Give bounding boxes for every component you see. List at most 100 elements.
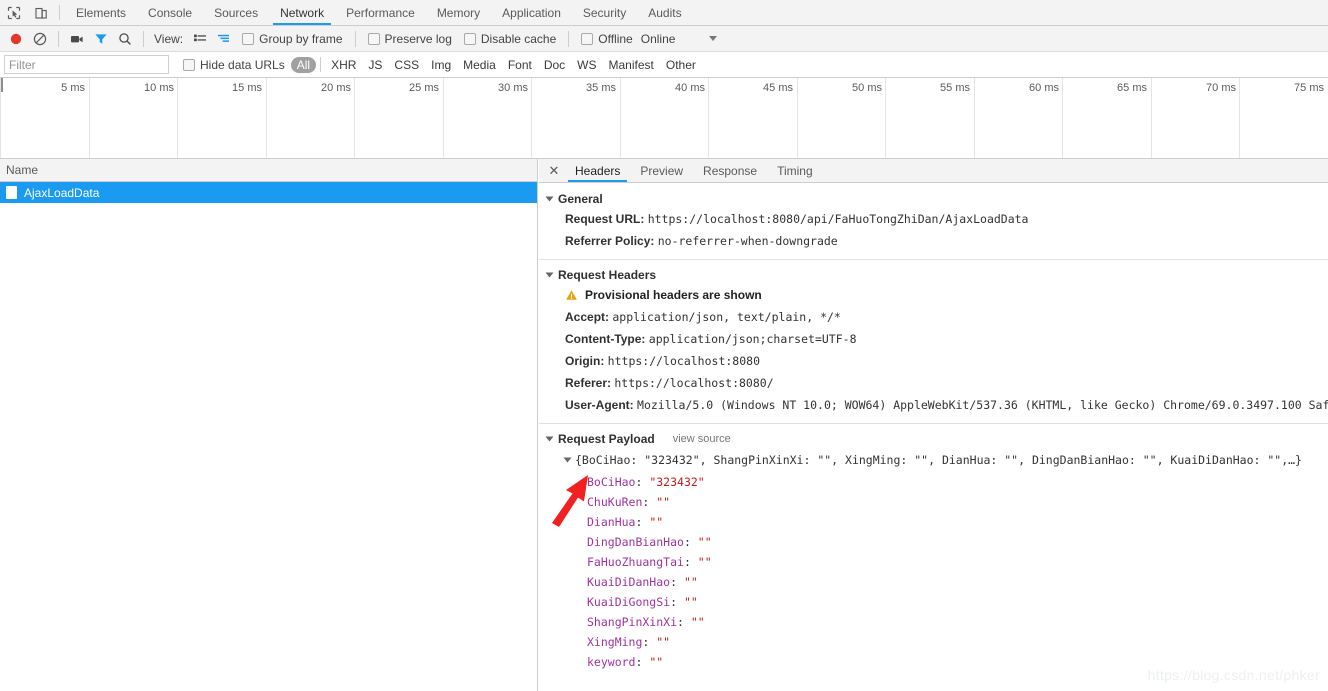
header-value: no-referrer-when-downgrade <box>657 234 838 248</box>
tab-sources[interactable]: Sources <box>203 0 269 25</box>
json-property-row[interactable]: ShangPinXinXi: "" <box>539 612 1328 632</box>
tab-elements[interactable]: Elements <box>65 0 137 25</box>
disable-cache-checkbox[interactable]: Disable cache <box>463 32 556 46</box>
list-view-icon[interactable] <box>188 28 212 50</box>
chevron-expanded-icon <box>563 457 572 463</box>
view-source-link[interactable]: view source <box>673 433 731 445</box>
search-icon[interactable] <box>113 28 137 50</box>
device-toolbar-icon[interactable] <box>27 0 54 25</box>
json-property-value: "" <box>656 635 671 649</box>
request-name-label: AjaxLoadData <box>24 185 100 200</box>
preserve-log-label: Preserve log <box>384 31 452 46</box>
filter-type-xhr[interactable]: XHR <box>325 57 362 73</box>
preserve-log-checkbox[interactable]: Preserve log <box>367 31 452 46</box>
json-property-row[interactable]: keyword: "" <box>539 652 1328 672</box>
camera-icon[interactable] <box>65 28 89 50</box>
timeline-tick-label: 40 ms <box>675 82 705 94</box>
timeline-tick-cell: 55 ms <box>885 78 974 158</box>
filter-type-other[interactable]: Other <box>660 57 702 73</box>
json-colon: : <box>683 535 698 549</box>
header-name: Content-Type: <box>565 332 646 346</box>
json-summary-text: {BoCiHao: "323432", ShangPinXinXi: "", X… <box>575 453 1302 467</box>
filter-type-all[interactable]: All <box>290 56 317 73</box>
network-timeline-overview[interactable]: 5 ms 10 ms 15 ms 20 ms 25 ms 30 ms 35 ms 40 ms 4… <box>0 78 1328 159</box>
filter-type-font[interactable]: Font <box>502 57 538 73</box>
json-property-value: "" <box>690 615 705 629</box>
tab-response[interactable]: Response <box>693 159 767 182</box>
json-property-row[interactable]: ChuKuRen: "" <box>539 492 1328 512</box>
request-row-ajaxloaddata[interactable]: AjaxLoadData <box>0 182 537 203</box>
json-colon: : <box>642 635 657 649</box>
tab-preview[interactable]: Preview <box>630 159 693 182</box>
close-icon[interactable]: ✕ <box>543 159 565 182</box>
section-general-header[interactable]: General <box>539 190 1328 208</box>
json-property-row[interactable]: FaHuoZhuangTai: "" <box>539 552 1328 572</box>
checkbox-box <box>367 32 380 45</box>
filter-type-img[interactable]: Img <box>425 57 457 73</box>
json-property-row[interactable]: XingMing: "" <box>539 632 1328 652</box>
tab-memory[interactable]: Memory <box>426 0 491 25</box>
timeline-tick-label: 25 ms <box>409 82 439 94</box>
timeline-tick-label: 65 ms <box>1117 82 1147 94</box>
toolbar-divider-1 <box>58 30 59 47</box>
inspect-element-icon[interactable] <box>0 0 27 25</box>
timeline-tick-label: 10 ms <box>144 82 174 94</box>
header-row-request-url: Request URL: https://localhost:8080/api/… <box>539 208 1328 230</box>
json-property-row[interactable]: BoCiHao: "323432" <box>539 472 1328 492</box>
filter-type-media[interactable]: Media <box>457 57 502 73</box>
filter-type-js[interactable]: JS <box>362 57 388 73</box>
throttling-select[interactable]: Online <box>641 32 676 46</box>
tab-timing[interactable]: Timing <box>767 159 823 182</box>
timeline-tick-cell: 50 ms <box>797 78 886 158</box>
timeline-tick-cell: 65 ms <box>1062 78 1151 158</box>
json-colon: : <box>683 555 698 569</box>
record-icon[interactable] <box>4 28 28 50</box>
filter-type-manifest[interactable]: Manifest <box>603 57 660 73</box>
filter-type-doc[interactable]: Doc <box>538 57 571 73</box>
clear-icon[interactable] <box>28 28 52 50</box>
tab-security[interactable]: Security <box>572 0 637 25</box>
timeline-tick-label: 60 ms <box>1029 82 1059 94</box>
tab-network[interactable]: Network <box>269 0 335 25</box>
json-property-row[interactable]: DianHua: "" <box>539 512 1328 532</box>
provisional-headers-warning: Provisional headers are shown <box>539 284 1328 306</box>
json-property-row[interactable]: DingDanBianHao: "" <box>539 532 1328 552</box>
group-by-frame-checkbox[interactable]: Group by frame <box>242 32 343 46</box>
header-name: Request URL: <box>565 212 645 226</box>
json-property-row[interactable]: KuaiDiGongSi: "" <box>539 592 1328 612</box>
chevron-down-icon[interactable] <box>709 36 718 41</box>
json-colon: : <box>635 515 650 529</box>
tab-performance[interactable]: Performance <box>335 0 426 25</box>
tab-headers[interactable]: Headers <box>565 159 630 182</box>
json-object-summary[interactable]: {BoCiHao: "323432", ShangPinXinXi: "", X… <box>539 448 1328 472</box>
header-value: application/json, text/plain, */* <box>612 310 841 324</box>
timeline-tick-cell: 35 ms <box>531 78 620 158</box>
header-row-origin: Origin: https://localhost:8080 <box>539 350 1328 372</box>
json-property-key: DingDanBianHao <box>587 535 684 549</box>
section-request-headers-header[interactable]: Request Headers <box>539 266 1328 284</box>
timeline-tick-label: 70 ms <box>1206 82 1236 94</box>
timeline-tick-cell: 60 ms <box>974 78 1063 158</box>
request-list-panel: Name AjaxLoadData <box>0 159 538 691</box>
tab-audits[interactable]: Audits <box>637 0 692 25</box>
waterfall-view-icon[interactable] <box>212 28 236 50</box>
warning-triangle-icon <box>565 289 578 302</box>
json-colon: : <box>635 655 650 669</box>
filter-type-css[interactable]: CSS <box>388 57 425 73</box>
hide-data-urls-checkbox[interactable]: Hide data URLs <box>183 58 285 72</box>
timeline-tick-cell: 40 ms <box>620 78 709 158</box>
filter-input[interactable] <box>4 55 169 74</box>
timeline-tick-label: 15 ms <box>232 82 262 94</box>
json-property-row[interactable]: KuaiDiDanHao: "" <box>539 572 1328 592</box>
json-property-value: "" <box>683 575 698 589</box>
timeline-tick-cell: 70 ms <box>1151 78 1240 158</box>
section-request-payload-header[interactable]: Request Payload view source <box>539 430 1328 448</box>
tab-application[interactable]: Application <box>491 0 572 25</box>
filter-type-ws[interactable]: WS <box>571 57 602 73</box>
tab-network-label: Network <box>280 5 325 20</box>
tab-memory-label: Memory <box>436 5 481 20</box>
tab-console[interactable]: Console <box>137 0 203 25</box>
offline-checkbox[interactable]: Offline <box>581 32 633 46</box>
filter-funnel-icon[interactable] <box>89 28 113 50</box>
filter-divider <box>320 57 322 72</box>
